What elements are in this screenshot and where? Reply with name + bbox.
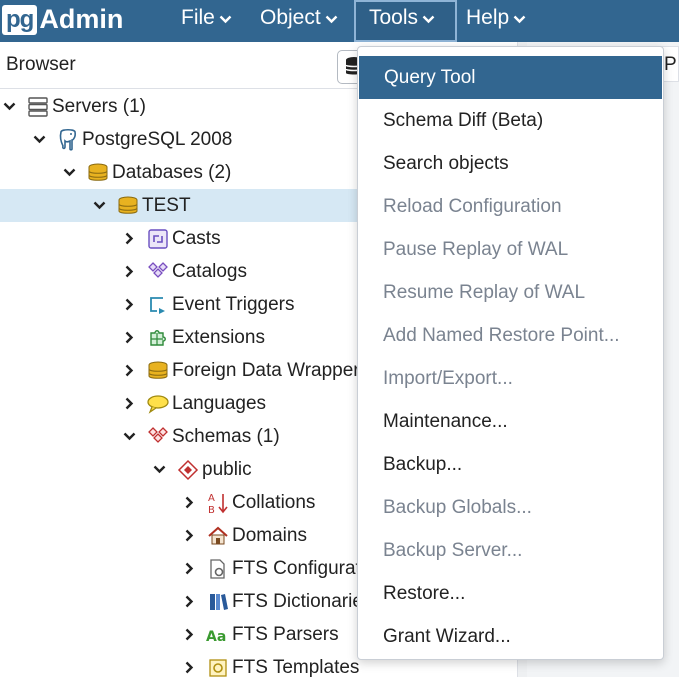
chevron-down-icon[interactable] xyxy=(2,100,16,114)
tree-node-label: PostgreSQL 2008 xyxy=(82,128,233,150)
menu-item-backup[interactable]: Backup... xyxy=(358,443,663,486)
menu-object-label: Object xyxy=(260,6,321,29)
fts-configurations-icon xyxy=(206,557,230,581)
menu-help[interactable]: Help xyxy=(453,0,539,42)
tree-node-label: Languages xyxy=(172,392,267,414)
tree-node-label: Domains xyxy=(232,524,307,546)
svg-text:B: B xyxy=(208,505,215,515)
top-navbar: pg Admin File Object Tools Help xyxy=(0,0,679,42)
chevron-right-icon[interactable] xyxy=(182,661,196,675)
tree-node-label: TEST xyxy=(142,194,191,216)
chevron-down-icon xyxy=(219,0,232,36)
postgresql-elephant-icon xyxy=(56,128,80,152)
event-triggers-icon xyxy=(146,293,170,317)
menu-item-query-tool[interactable]: Query Tool xyxy=(359,56,662,99)
tree-node-label: FTS Dictionaries xyxy=(232,590,373,612)
browser-title: Browser xyxy=(6,54,76,75)
menu-item-add-named-restore-point[interactable]: Add Named Restore Point... xyxy=(358,314,663,357)
menu-tools-label: Tools xyxy=(369,6,419,29)
tree-node-label: public xyxy=(202,458,252,480)
schemas-icon xyxy=(146,425,170,449)
tree-node-label: FTS Parsers xyxy=(232,623,339,645)
chevron-right-icon[interactable] xyxy=(182,496,196,510)
languages-icon xyxy=(146,392,170,416)
chevron-down-icon[interactable] xyxy=(122,430,136,444)
chevron-right-icon[interactable] xyxy=(122,265,136,279)
collations-icon: AB xyxy=(206,491,230,515)
chevron-down-icon[interactable] xyxy=(92,199,106,213)
tree-node-label: Databases (2) xyxy=(112,161,232,183)
tree-node-label: Foreign Data Wrappers xyxy=(172,359,370,381)
chevron-right-icon[interactable] xyxy=(122,298,136,312)
pgadmin-logo[interactable]: pg Admin xyxy=(2,3,123,36)
chevron-right-icon[interactable] xyxy=(122,232,136,246)
databases-icon xyxy=(86,161,110,185)
fts-templates-icon xyxy=(206,656,230,677)
menu-file[interactable]: File xyxy=(168,0,245,42)
chevron-right-icon[interactable] xyxy=(182,595,196,609)
svg-text:A: A xyxy=(208,493,215,504)
tree-node-label: Casts xyxy=(172,227,221,249)
tree-node-label: Servers (1) xyxy=(52,95,146,117)
domains-icon xyxy=(206,524,230,548)
menu-file-label: File xyxy=(181,6,215,29)
tools-dropdown-menu: Query Tool Schema Diff (Beta) Search obj… xyxy=(357,46,664,660)
chevron-down-icon xyxy=(422,2,435,34)
foreign-data-wrappers-icon xyxy=(146,359,170,383)
tree-node-label: FTS Templates xyxy=(232,656,360,677)
menu-item-import-export[interactable]: Import/Export... xyxy=(358,357,663,400)
tab-properties-label: P xyxy=(664,54,677,75)
menu-object[interactable]: Object xyxy=(247,0,351,42)
tree-node-label: Extensions xyxy=(172,326,265,348)
tree-node-label: Collations xyxy=(232,491,316,513)
menu-item-grant-wizard[interactable]: Grant Wizard... xyxy=(358,615,663,658)
catalogs-icon xyxy=(146,260,170,284)
menu-help-label: Help xyxy=(466,6,510,29)
menu-item-maintenance[interactable]: Maintenance... xyxy=(358,400,663,443)
chevron-right-icon[interactable] xyxy=(182,628,196,642)
schema-icon xyxy=(176,458,200,482)
menu-item-pause-replay-wal[interactable]: Pause Replay of WAL xyxy=(358,228,663,271)
menu-item-backup-globals[interactable]: Backup Globals... xyxy=(358,486,663,529)
logo-pg-text: pg xyxy=(2,4,38,35)
menu-tools[interactable]: Tools xyxy=(354,0,457,42)
chevron-down-icon[interactable] xyxy=(32,133,46,147)
chevron-down-icon xyxy=(325,0,338,36)
menu-item-backup-server[interactable]: Backup Server... xyxy=(358,529,663,572)
extensions-icon xyxy=(146,326,170,350)
logo-admin-text: Admin xyxy=(39,4,124,34)
svg-text:Aa: Aa xyxy=(206,629,226,645)
chevron-right-icon[interactable] xyxy=(122,364,136,378)
menu-item-restore[interactable]: Restore... xyxy=(358,572,663,615)
tree-node-label: Schemas (1) xyxy=(172,425,280,447)
menu-item-search-objects[interactable]: Search objects xyxy=(358,142,663,185)
menu-item-schema-diff[interactable]: Schema Diff (Beta) xyxy=(358,99,663,142)
menu-item-reload-configuration[interactable]: Reload Configuration xyxy=(358,185,663,228)
chevron-right-icon[interactable] xyxy=(122,331,136,345)
chevron-down-icon[interactable] xyxy=(152,463,166,477)
servers-icon xyxy=(26,95,50,119)
chevron-right-icon[interactable] xyxy=(122,397,136,411)
database-icon xyxy=(116,194,140,218)
casts-icon xyxy=(146,227,170,251)
tree-node-label: Catalogs xyxy=(172,260,247,282)
fts-dictionaries-icon xyxy=(206,590,230,614)
chevron-right-icon[interactable] xyxy=(182,562,196,576)
chevron-down-icon[interactable] xyxy=(62,166,76,180)
chevron-right-icon[interactable] xyxy=(182,529,196,543)
fts-parsers-icon: Aa xyxy=(206,623,230,647)
tree-node-label: Event Triggers xyxy=(172,293,295,315)
menu-item-resume-replay-wal[interactable]: Resume Replay of WAL xyxy=(358,271,663,314)
chevron-down-icon xyxy=(513,0,526,36)
